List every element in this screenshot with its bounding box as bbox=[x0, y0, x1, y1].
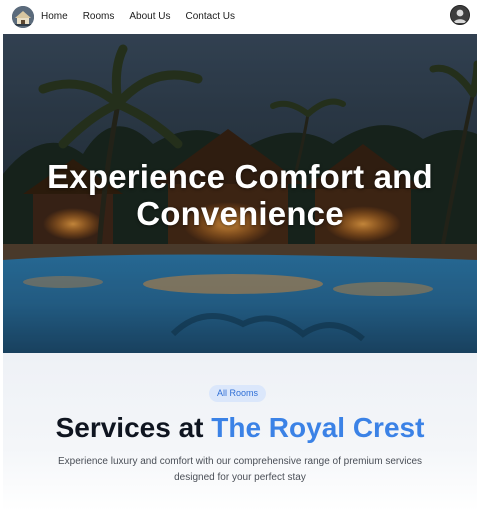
hero-title-line-2: Convenience bbox=[136, 195, 344, 232]
all-rooms-badge[interactable]: All Rooms bbox=[209, 385, 267, 402]
services-section: All Rooms Services at The Royal Crest Ex… bbox=[3, 353, 477, 511]
nav-link-about-us[interactable]: About Us bbox=[129, 0, 170, 34]
hotel-logo-icon[interactable] bbox=[12, 6, 34, 28]
navbar: Home Rooms About Us Contact Us bbox=[0, 0, 479, 34]
services-title-accent: The Royal Crest bbox=[211, 412, 425, 443]
hero-title: Experience Comfort and Convenience bbox=[3, 158, 477, 232]
services-description-line-1: Experience luxury and comfort with our c… bbox=[57, 456, 423, 467]
services-title-prefix: Services at bbox=[55, 412, 212, 443]
user-avatar-icon[interactable] bbox=[450, 5, 470, 25]
hero-banner: Experience Comfort and Convenience bbox=[3, 34, 477, 353]
nav-link-rooms[interactable]: Rooms bbox=[83, 0, 115, 34]
nav-link-contact-us[interactable]: Contact Us bbox=[186, 0, 235, 34]
nav-link-home[interactable]: Home bbox=[41, 0, 68, 34]
services-title: Services at The Royal Crest bbox=[3, 411, 477, 445]
page: Home Rooms About Us Contact Us Experienc… bbox=[0, 0, 479, 511]
hero-title-line-1: Experience Comfort and bbox=[47, 158, 433, 195]
services-description: Experience luxury and comfort with our c… bbox=[33, 454, 447, 486]
nav-links: Home Rooms About Us Contact Us bbox=[41, 0, 250, 34]
services-description-line-2: designed for your perfect stay bbox=[174, 472, 306, 483]
